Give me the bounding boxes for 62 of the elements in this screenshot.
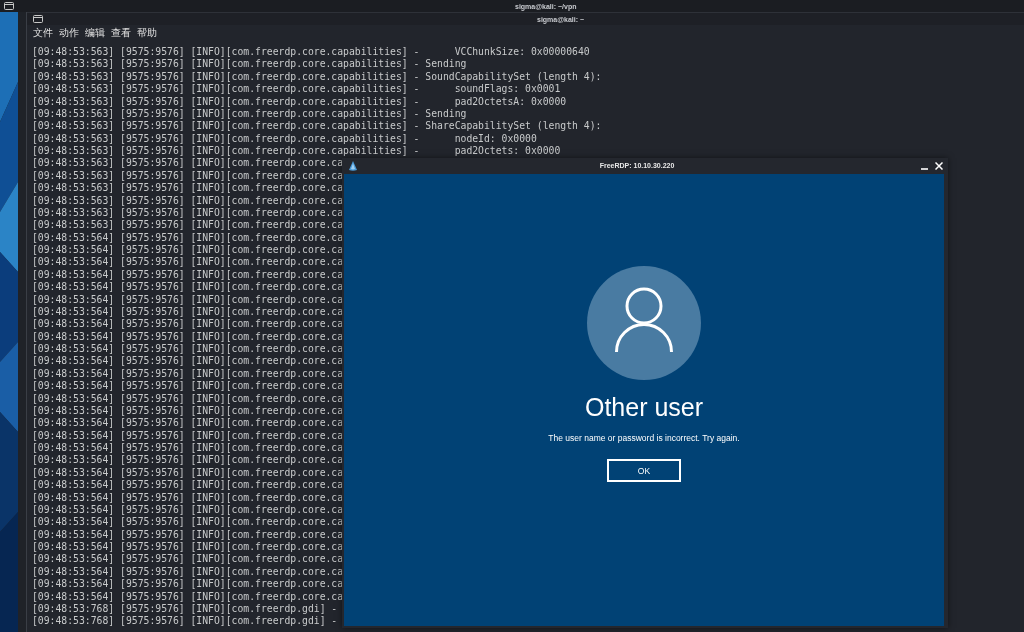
window-icon [4, 2, 14, 10]
log-line: [09:48:53:564] [9575:9576] [INFO][com.freerdp.core.ca [32, 293, 344, 306]
log-line: [09:48:53:563] [9575:9576] [INFO][com.freerdp.core.capabilities] - Sending [32, 58, 467, 71]
log-line: [09:48:53:563] [9575:9576] [INFO][com.freerdp.core.capabilities] - pad2OctetsA: 0x0000 [32, 95, 567, 108]
log-line: [09:48:53:564] [9575:9576] [INFO][com.freerdp.core.ca [32, 565, 344, 579]
log-line: [09:48:53:564] [9575:9576] [INFO][com.freerdp.core.ca [32, 380, 344, 393]
log-line: [09:48:53:564] [9575:9576] [INFO][com.freerdp.core.ca [32, 231, 344, 244]
log-line: [09:48:53:564] [9575:9576] [INFO][com.freerdp.core.ca [32, 528, 344, 541]
minimize-icon [920, 167, 928, 170]
log-line: [09:48:53:768] [9575:9576] [INFO][com.freerdp.gdi] - [32, 615, 338, 628]
log-line: [09:48:53:563] [9575:9576] [INFO][com.freerdp.core.capabilities] - Sending [32, 107, 467, 121]
log-line: [09:48:53:563] [9575:9576] [INFO][com.freerdp.core.capabilities] - soundFlags: 0x0001 [32, 83, 561, 96]
error-message: The user name or password is incorrect. Try again. [548, 433, 740, 444]
log-line: [09:48:53:564] [9575:9576] [INFO][com.freerdp.core.ca [32, 479, 344, 492]
user-name: Other user [584, 392, 704, 422]
log-line: [09:48:53:563] [9575:9576] [INFO][com.freerdp.core.capabilities] - SoundCapabilitySet (length 4): [32, 70, 602, 84]
log-line: [09:48:53:564] [9575:9576] [INFO][com.freerdp.core.ca [32, 367, 344, 381]
log-line: [09:48:53:563] [9575:9576] [INFO][com.freerdp.core.capabilities] - VCChunkSize: 0x00000640 [32, 46, 590, 59]
log-line: [09:48:53:563] [9575:9576] [INFO][com.freerdp.core.capabilities] - ShareCapabilitySet (length 4): [32, 120, 602, 133]
log-line: [09:48:53:563] [9575:9576] [INFO][com.freerdp.core.ca [32, 206, 344, 220]
log-line: [09:48:53:564] [9575:9576] [INFO][com.freerdp.core.ca [32, 330, 344, 343]
log-line: [09:48:53:564] [9575:9576] [INFO][com.freerdp.core.ca [32, 578, 344, 591]
log-line: [09:48:53:563] [9575:9576] [INFO][com.freerdp.core.capabilities] - nodeId: 0x0000 [32, 132, 537, 145]
user-avatar-icon [587, 266, 701, 380]
log-line: [09:48:53:564] [9575:9576] [INFO][com.freerdp.core.ca [32, 343, 344, 356]
log-line: [09:48:53:563] [9575:9576] [INFO][com.freerdp.core.ca [32, 219, 344, 232]
log-line: [09:48:53:564] [9575:9576] [INFO][com.freerdp.core.ca [32, 305, 344, 319]
log-line: [09:48:53:768] [9575:9576] [INFO][com.freerdp.gdi] - [32, 602, 338, 616]
app-logo-icon [349, 160, 357, 171]
close-icon [935, 161, 943, 170]
window-icon [33, 15, 43, 23]
menu-item[interactable]: 查看 [111, 26, 131, 39]
log-line: [09:48:53:563] [9575:9576] [INFO][com.freerdp.core.capabilities] - pad2Octets: 0x0000 [32, 145, 561, 158]
ok-button[interactable]: OK [607, 459, 681, 482]
log-line: [09:48:53:564] [9575:9576] [INFO][com.freerdp.core.ca [32, 442, 344, 455]
log-line: [09:48:53:564] [9575:9576] [INFO][com.freerdp.core.ca [32, 454, 344, 467]
log-line: [09:48:53:564] [9575:9576] [INFO][com.freerdp.core.ca [32, 590, 344, 603]
log-line: [09:48:53:564] [9575:9576] [INFO][com.freerdp.core.ca [32, 268, 344, 282]
log-line: [09:48:53:564] [9575:9576] [INFO][com.freerdp.core.ca [32, 516, 344, 529]
log-line: [09:48:53:564] [9575:9576] [INFO][com.freerdp.core.ca [32, 281, 344, 294]
log-line: [09:48:53:564] [9575:9576] [INFO][com.freerdp.core.ca [32, 491, 344, 504]
log-line: [09:48:53:564] [9575:9576] [INFO][com.freerdp.core.ca [32, 256, 344, 269]
menu-item[interactable]: 帮助 [137, 26, 157, 39]
log-line: [09:48:53:564] [9575:9576] [INFO][com.freerdp.core.ca [32, 466, 344, 480]
log-line: [09:48:53:564] [9575:9576] [INFO][com.freerdp.core.ca [32, 244, 344, 257]
log-line: [09:48:53:564] [9575:9576] [INFO][com.freerdp.core.ca [32, 318, 344, 331]
log-line: [09:48:53:564] [9575:9576] [INFO][com.freerdp.core.ca [32, 429, 344, 442]
log-line: [09:48:53:564] [9575:9576] [INFO][com.freerdp.core.ca [32, 404, 344, 418]
close-button[interactable] [934, 160, 944, 171]
log-line: [09:48:53:564] [9575:9576] [INFO][com.freerdp.core.ca [32, 417, 344, 430]
log-line: [09:48:53:564] [9575:9576] [INFO][com.freerdp.core.ca [32, 355, 344, 368]
menu-item[interactable]: 文件 [33, 26, 53, 39]
log-line: [09:48:53:563] [9575:9576] [INFO][com.freerdp.core.ca [32, 169, 344, 183]
log-line: [09:48:53:564] [9575:9576] [INFO][com.freerdp.core.ca [32, 392, 344, 405]
log-line: [09:48:53:563] [9575:9576] [INFO][com.freerdp.core.ca [32, 194, 344, 207]
log-line: [09:48:53:564] [9575:9576] [INFO][com.freerdp.core.ca [32, 503, 344, 517]
log-line: [09:48:53:564] [9575:9576] [INFO][com.freerdp.core.ca [32, 541, 344, 554]
menu-item[interactable]: 动作 [59, 26, 79, 39]
log-line: [09:48:53:564] [9575:9576] [INFO][com.freerdp.core.ca [32, 553, 344, 566]
log-line: [09:48:53:563] [9575:9576] [INFO][com.freerdp.core.ca [32, 157, 344, 170]
menu-item[interactable]: 编辑 [85, 26, 105, 39]
log-line: [09:48:53:563] [9575:9576] [INFO][com.freerdp.core.ca [32, 182, 344, 195]
